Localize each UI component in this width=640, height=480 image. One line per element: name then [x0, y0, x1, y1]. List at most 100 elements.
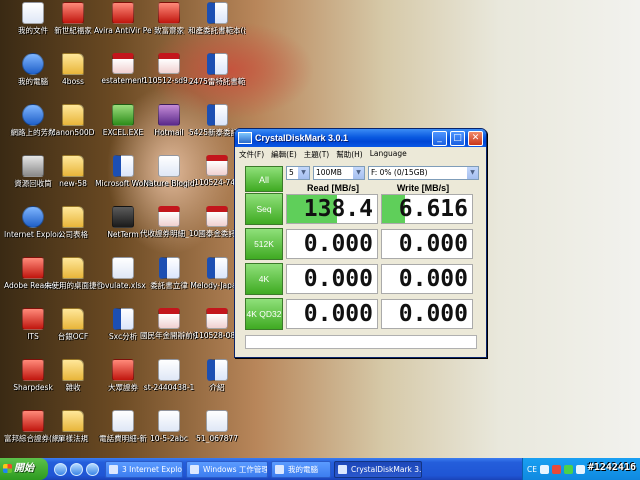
read-header: Read [MB/s] [306, 183, 359, 193]
taskbar: 開始 3 Internet ExplorerWindows 工作管理員我的電腦C… [0, 458, 640, 480]
red-icon [158, 2, 180, 24]
close-button[interactable]: ✕ [468, 130, 483, 146]
chevron-down-icon: ▼ [353, 167, 364, 179]
read-value: 0.000 [303, 301, 373, 327]
test-button[interactable]: 4K QD32 [245, 298, 283, 330]
quick-launch [48, 462, 105, 476]
red-icon [112, 2, 134, 24]
menu-edit[interactable]: 編輯(E) [271, 149, 297, 162]
doc-icon [22, 2, 44, 24]
pdf-icon [206, 308, 228, 329]
desktop-icon-label: 介紹 [209, 383, 225, 392]
menu-help[interactable]: 幫助(H) [336, 149, 363, 162]
red-icon [22, 359, 44, 381]
ie-icon[interactable] [86, 462, 99, 476]
read-value-box: 0.000 [286, 299, 378, 329]
folder-icon [62, 359, 84, 381]
title-bar[interactable]: CrystalDiskMark 3.0.1 _ □ ✕ [235, 129, 486, 147]
menu-theme[interactable]: 主題(T) [304, 149, 329, 162]
maximize-button[interactable]: □ [450, 130, 465, 146]
desktop-icon[interactable]: 介紹 [188, 359, 246, 392]
language-indicator[interactable]: CE [527, 465, 537, 474]
desktop-icon[interactable]: 和產委託書範本(出... [188, 2, 246, 35]
write-value: 6.616 [398, 196, 468, 222]
folder-icon [62, 206, 84, 228]
doc-icon [158, 410, 180, 432]
desktop-icon-label: 2475雷特託書範 [188, 77, 246, 86]
size-value: 100MB [316, 168, 342, 177]
doc-icon [112, 257, 134, 279]
doc-icon [158, 359, 180, 381]
word-icon [206, 359, 228, 381]
antivirus-icon[interactable] [551, 464, 561, 474]
all-button[interactable]: All [245, 166, 283, 192]
desktop-icon[interactable]: 51_067877 [188, 410, 246, 443]
red-icon [62, 2, 84, 24]
chevron-down-icon: ▼ [467, 167, 478, 179]
network-icon[interactable] [539, 464, 549, 474]
write-value: 0.000 [398, 301, 468, 327]
word-icon [112, 155, 134, 177]
test-row: 4K 0.000 0.000 [245, 263, 480, 295]
minimize-button[interactable]: _ [432, 130, 447, 146]
taskbar-button[interactable]: 我的電腦 [271, 460, 331, 478]
winrar-icon [158, 104, 180, 126]
read-value: 0.000 [303, 231, 373, 257]
menu-language[interactable]: Language [370, 149, 407, 162]
pdf-icon [158, 53, 180, 74]
drive-select[interactable]: F: 0% (0/15GB) ▼ [368, 166, 479, 180]
security-icon[interactable] [563, 464, 573, 474]
runs-select[interactable]: 5 ▼ [286, 166, 310, 180]
app-icon [22, 206, 44, 228]
folder-icon [62, 53, 84, 75]
crystaldiskmark-window: CrystalDiskMark 3.0.1 _ □ ✕ 文件(F) 編輯(E) … [234, 128, 487, 358]
folder-icon [62, 308, 84, 330]
folder-icon [62, 155, 84, 177]
test-row: 4K QD32 0.000 0.000 [245, 298, 480, 330]
test-button[interactable]: Seq [245, 193, 283, 225]
read-value-box: 138.4 [286, 194, 378, 224]
start-label: 開始 [14, 463, 34, 474]
read-value-box: 0.000 [286, 264, 378, 294]
read-value: 0.000 [303, 266, 373, 292]
start-button[interactable]: 開始 [0, 458, 48, 480]
write-header: Write [MB/s] [396, 183, 450, 193]
write-value-box: 6.616 [381, 194, 473, 224]
desktop-icon[interactable]: 2475雷特託書範 [188, 53, 246, 86]
pdf-icon [206, 155, 228, 176]
app-icon [22, 53, 44, 75]
dark-icon [112, 206, 134, 228]
ie-icon[interactable] [54, 462, 67, 476]
taskbar-button[interactable]: Windows 工作管理員 [186, 460, 268, 478]
size-select[interactable]: 100MB ▼ [313, 166, 365, 180]
watermark: #1242416 [587, 462, 636, 473]
pdf-icon [158, 308, 180, 329]
taskbar-button[interactable]: 3 Internet Explorer [105, 460, 183, 478]
menu-file[interactable]: 文件(F) [239, 149, 264, 162]
word-icon [206, 2, 228, 24]
test-row: 512K 0.000 0.000 [245, 228, 480, 260]
write-value: 0.000 [398, 266, 468, 292]
desktop-icon-label: 和產委託書範本(出... [188, 26, 246, 35]
app-icon [238, 132, 252, 144]
test-button[interactable]: 512K [245, 228, 283, 260]
gray-icon [22, 155, 44, 177]
taskbar-button[interactable]: CrystalDiskMark 3.0.1 [334, 460, 422, 478]
read-value: 138.4 [303, 196, 373, 222]
volume-icon[interactable] [575, 464, 585, 474]
test-button[interactable]: 4K [245, 263, 283, 295]
write-value-box: 0.000 [381, 264, 473, 294]
word-icon [206, 257, 228, 279]
word-icon [206, 104, 228, 126]
desktop-icon-label: 51_067877 [196, 434, 238, 443]
red-icon [22, 410, 44, 432]
chevron-down-icon: ▼ [298, 167, 309, 179]
menu-bar: 文件(F) 編輯(E) 主題(T) 幫助(H) Language [235, 147, 486, 162]
folder-icon [62, 104, 84, 126]
ie-icon[interactable] [70, 462, 83, 476]
word-icon [206, 53, 228, 75]
doc-icon [158, 155, 180, 177]
drive-value: F: 0% (0/15GB) [371, 168, 428, 177]
write-value-box: 0.000 [381, 229, 473, 259]
app-icon [22, 104, 44, 126]
